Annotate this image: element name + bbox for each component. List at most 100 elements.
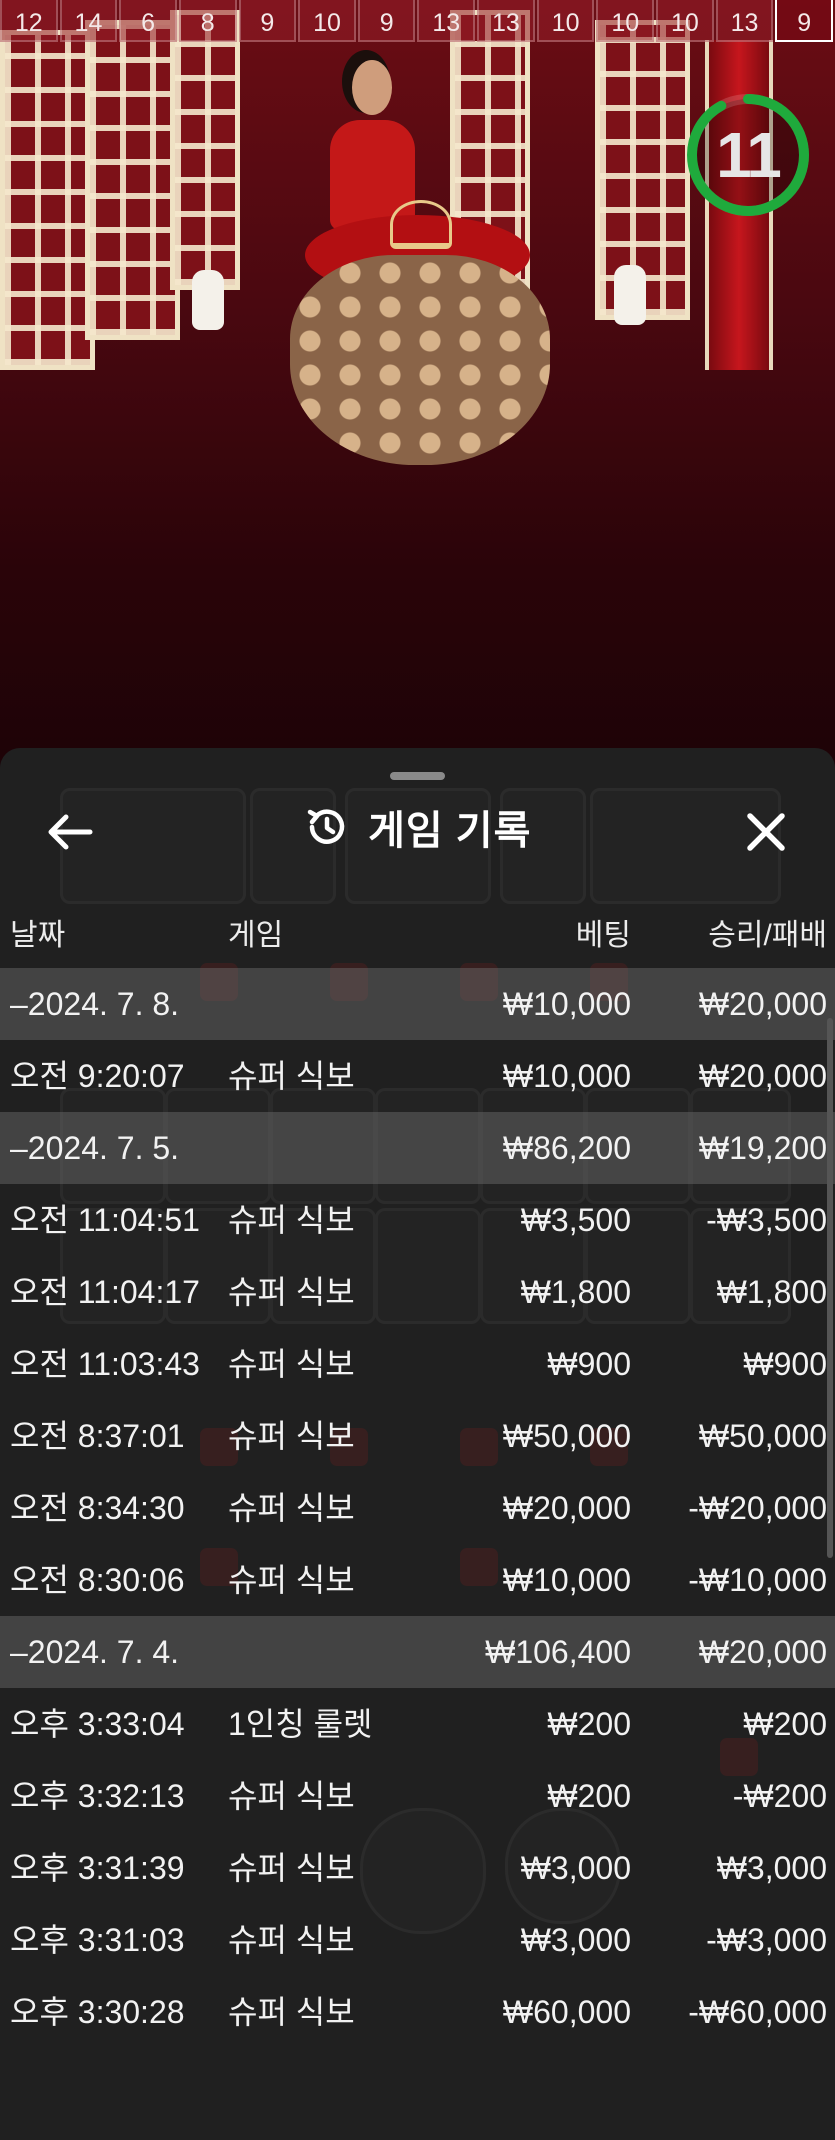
- decorative-screen-left: [0, 30, 95, 370]
- row-win-loss: -₩3,500: [706, 1202, 827, 1238]
- column-win-loss: 승리/패배: [708, 919, 827, 952]
- row-time: 오전 9:20:07: [10, 1058, 185, 1094]
- row-game: 슈퍼 식보: [228, 1562, 355, 1598]
- date-group-row[interactable]: –2024. 7. 4. ₩106,400 ₩20,000: [0, 1616, 835, 1688]
- history-row[interactable]: 오후 3:32:13 슈퍼 식보 ₩200 -₩200: [0, 1760, 835, 1832]
- history-result: 13: [477, 0, 535, 42]
- row-win-loss: ₩200: [743, 1706, 827, 1742]
- history-row[interactable]: 오전 8:37:01 슈퍼 식보 ₩50,000 ₩50,000: [0, 1400, 835, 1472]
- decorative-screen-back-left: [170, 10, 240, 290]
- history-result: 9: [238, 0, 297, 42]
- row-bet: ₩900: [547, 1346, 631, 1382]
- row-time: 오전 11:04:17: [10, 1274, 200, 1310]
- live-video-feed: 12 14 6 8 9 10 9 13 13 10 10 10 13 9 11: [0, 0, 835, 760]
- vase-left: [192, 270, 224, 330]
- history-result: 14: [59, 0, 118, 42]
- history-row[interactable]: 오전 11:03:43 슈퍼 식보 ₩900 ₩900: [0, 1328, 835, 1400]
- row-bet: ₩50,000: [502, 1418, 631, 1454]
- history-row[interactable]: 오전 8:34:30 슈퍼 식보 ₩20,000 -₩20,000: [0, 1472, 835, 1544]
- row-win-loss: ₩50,000: [698, 1418, 827, 1454]
- history-row[interactable]: 오후 3:31:39 슈퍼 식보 ₩3,000 ₩3,000: [0, 1832, 835, 1904]
- game-history-sheet: 게임 기록 날짜 게임 베팅 승리/패배 –2024. 7. 8. ₩10,000…: [0, 748, 835, 2140]
- history-result: 10: [298, 0, 356, 42]
- row-win-loss: ₩3,000: [716, 1850, 827, 1886]
- row-game: 슈퍼 식보: [228, 1490, 355, 1526]
- row-bet: ₩3,000: [520, 1922, 631, 1958]
- history-result: 10: [656, 0, 714, 42]
- sheet-title: 게임 기록: [368, 809, 532, 853]
- history-row[interactable]: 오후 3:33:04 1인칭 룰렛 ₩200 ₩200: [0, 1688, 835, 1760]
- row-game: 슈퍼 식보: [228, 1922, 355, 1958]
- close-x-icon[interactable]: [744, 810, 788, 854]
- column-game: 게임: [228, 919, 284, 952]
- history-row[interactable]: 오전 8:30:06 슈퍼 식보 ₩10,000 -₩10,000: [0, 1544, 835, 1616]
- row-bet: ₩3,500: [520, 1202, 631, 1238]
- row-bet: ₩200: [547, 1778, 631, 1814]
- results-history-strip: 12 14 6 8 9 10 9 13 13 10 10 10 13 9: [0, 0, 835, 42]
- history-row[interactable]: 오후 3:30:28 슈퍼 식보 ₩60,000 -₩60,000: [0, 1976, 835, 2048]
- row-bet: ₩3,000: [520, 1850, 631, 1886]
- row-win-loss: -₩200: [732, 1778, 827, 1814]
- history-result: 13: [715, 0, 774, 42]
- history-row[interactable]: 오후 3:31:03 슈퍼 식보 ₩3,000 -₩3,000: [0, 1904, 835, 1976]
- history-result: 6: [119, 0, 177, 42]
- history-row[interactable]: 오전 9:20:07 슈퍼 식보 ₩10,000 ₩20,000: [0, 1040, 835, 1112]
- row-win-loss: -₩3,000: [706, 1922, 827, 1958]
- sheet-drag-handle[interactable]: [390, 772, 445, 780]
- row-time: 오전 11:03:43: [10, 1346, 200, 1382]
- date-group-row[interactable]: –2024. 7. 8. ₩10,000 ₩20,000: [0, 968, 835, 1040]
- row-time: 오전 11:04:51: [10, 1202, 200, 1238]
- row-bet: ₩60,000: [502, 1994, 631, 2030]
- row-bet: ₩10,000: [502, 1058, 631, 1094]
- row-win-loss: ₩20,000: [698, 986, 827, 1022]
- row-time: 오후 3:30:28: [10, 1994, 185, 2030]
- row-win-loss: ₩900: [743, 1346, 827, 1382]
- row-game: 슈퍼 식보: [228, 1778, 355, 1814]
- row-win-loss: ₩1,800: [716, 1274, 827, 1310]
- pineapple-pedestal: [290, 255, 550, 465]
- history-clock-icon: [307, 809, 344, 844]
- dealer-head: [352, 60, 392, 115]
- row-win-loss: -₩10,000: [688, 1562, 827, 1598]
- column-date: 날짜: [10, 919, 66, 952]
- history-result: 10: [596, 0, 655, 42]
- row-game: 슈퍼 식보: [228, 1418, 355, 1454]
- row-game: 슈퍼 식보: [228, 1346, 355, 1382]
- row-bet: ₩106,400: [485, 1634, 631, 1670]
- back-arrow-icon[interactable]: [46, 810, 94, 854]
- row-time: –2024. 7. 4.: [10, 1634, 180, 1670]
- row-time: –2024. 7. 8.: [10, 986, 180, 1022]
- history-row[interactable]: 오전 11:04:17 슈퍼 식보 ₩1,800 ₩1,800: [0, 1256, 835, 1328]
- dice-shaker: [390, 200, 452, 249]
- row-game: 1인칭 룰렛: [228, 1706, 373, 1742]
- history-result: 12: [0, 0, 58, 42]
- date-group-row[interactable]: –2024. 7. 5. ₩86,200 ₩19,200: [0, 1112, 835, 1184]
- row-bet: ₩10,000: [502, 986, 631, 1022]
- row-bet: ₩200: [547, 1706, 631, 1742]
- row-game: 슈퍼 식보: [228, 1202, 355, 1238]
- row-win-loss: ₩20,000: [698, 1058, 827, 1094]
- row-game: 슈퍼 식보: [228, 1274, 355, 1310]
- history-result: 8: [178, 0, 237, 42]
- history-result: 9: [357, 0, 416, 42]
- history-table: –2024. 7. 8. ₩10,000 ₩20,000 오전 9:20:07 슈퍼 식…: [0, 968, 835, 2048]
- row-time: 오후 3:33:04: [10, 1706, 185, 1742]
- row-time: –2024. 7. 5.: [10, 1130, 180, 1166]
- decorative-screen-left-2: [85, 20, 180, 340]
- row-time: 오후 3:32:13: [10, 1778, 185, 1814]
- row-time: 오후 3:31:39: [10, 1850, 185, 1886]
- row-time: 오전 8:34:30: [10, 1490, 185, 1526]
- row-bet: ₩86,200: [502, 1130, 631, 1166]
- title-group: 게임 기록: [0, 798, 835, 868]
- scrollbar[interactable]: [827, 1018, 833, 1558]
- row-time: 오후 3:31:03: [10, 1922, 185, 1958]
- table-header: 날짜 게임 베팅 승리/패배: [0, 910, 835, 954]
- row-win-loss: ₩20,000: [698, 1634, 827, 1670]
- history-result: 10: [536, 0, 595, 42]
- row-win-loss: ₩19,200: [698, 1130, 827, 1166]
- row-time: 오전 8:37:01: [10, 1418, 185, 1454]
- row-win-loss: -₩60,000: [688, 1994, 827, 2030]
- history-row[interactable]: 오전 11:04:51 슈퍼 식보 ₩3,500 -₩3,500: [0, 1184, 835, 1256]
- row-bet: ₩10,000: [502, 1562, 631, 1598]
- column-bet: 베팅: [575, 919, 631, 952]
